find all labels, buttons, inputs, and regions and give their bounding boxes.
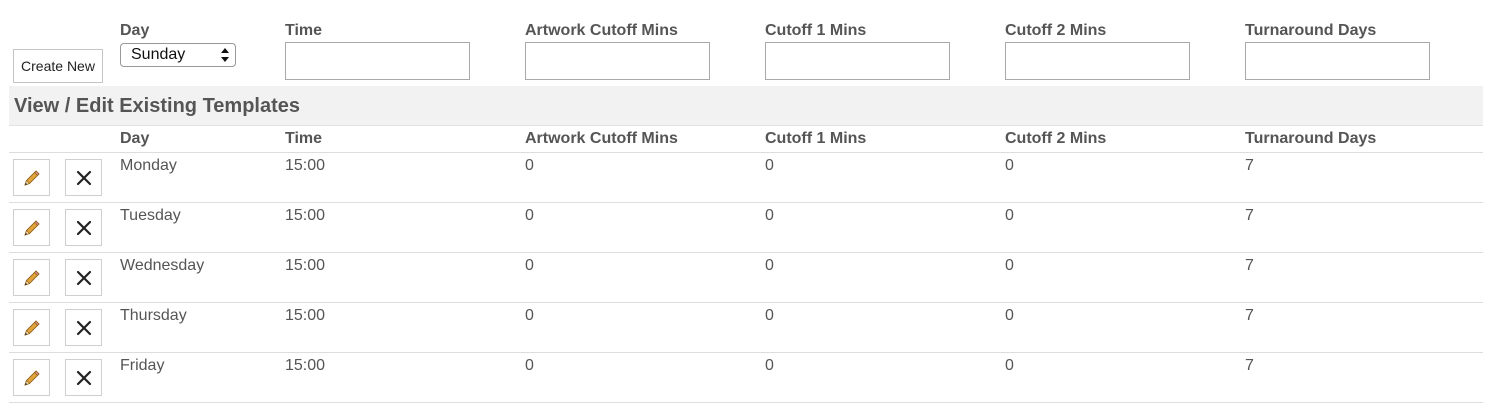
turnaround-label: Turnaround Days [1245,22,1377,39]
create-template-form: Create New Day Sunday Time Artwork Cutof… [0,0,1502,86]
delete-button[interactable] [65,209,102,246]
close-icon [76,220,92,236]
cell-time: 15:00 [285,307,326,324]
cutoff2-input[interactable] [1005,42,1190,80]
cell-artwork-cutoff: 0 [525,257,534,274]
cutoff1-input[interactable] [765,42,950,80]
table-row: Wednesday 15:00 0 0 0 7 [9,253,1483,303]
table-row: Tuesday 15:00 0 0 0 7 [9,203,1483,253]
cell-cutoff2: 0 [1005,157,1014,174]
cell-cutoff1: 0 [765,307,774,324]
edit-button[interactable] [13,209,50,246]
select-arrows-icon [221,48,229,62]
time-input[interactable] [285,42,470,80]
edit-button[interactable] [13,159,50,196]
table-row: Monday 15:00 0 0 0 7 [9,153,1483,203]
close-icon [76,370,92,386]
cell-cutoff1: 0 [765,157,774,174]
close-icon [76,170,92,186]
section-title: View / Edit Existing Templates [14,95,301,117]
cutoff2-label: Cutoff 2 Mins [1005,22,1107,39]
cell-cutoff2: 0 [1005,257,1014,274]
cell-turnaround: 7 [1245,207,1254,224]
cell-cutoff1: 0 [765,357,774,374]
cell-time: 15:00 [285,257,326,274]
pencil-icon [24,220,40,236]
delete-button[interactable] [65,309,102,346]
delete-button[interactable] [65,159,102,196]
cutoff1-label: Cutoff 1 Mins [765,22,867,39]
close-icon [76,270,92,286]
day-select-value: Sunday [131,46,186,63]
artwork-cutoff-input[interactable] [525,42,710,80]
column-header-cutoff1: Cutoff 1 Mins [765,130,867,147]
create-new-button[interactable]: Create New [13,49,103,83]
artwork-cutoff-label: Artwork Cutoff Mins [525,22,678,39]
time-label: Time [285,22,323,39]
day-label: Day [120,22,150,39]
cell-turnaround: 7 [1245,307,1254,324]
cell-artwork-cutoff: 0 [525,357,534,374]
cell-artwork-cutoff: 0 [525,207,534,224]
templates-table: Day Time Artwork Cutoff Mins Cutoff 1 Mi… [9,126,1483,403]
pencil-icon [24,170,40,186]
column-header-time: Time [285,130,323,147]
cell-cutoff2: 0 [1005,207,1014,224]
cell-cutoff2: 0 [1005,357,1014,374]
cell-day: Wednesday [120,257,205,274]
cell-day: Tuesday [120,207,181,224]
column-header-artwork-cutoff: Artwork Cutoff Mins [525,130,678,147]
cell-artwork-cutoff: 0 [525,157,534,174]
cell-turnaround: 7 [1245,157,1254,174]
table-header-row: Day Time Artwork Cutoff Mins Cutoff 1 Mi… [9,126,1483,153]
edit-button[interactable] [13,309,50,346]
pencil-icon [24,370,40,386]
edit-button[interactable] [13,359,50,396]
cell-day: Thursday [120,307,187,324]
pencil-icon [24,320,40,336]
day-select[interactable]: Sunday [120,43,236,67]
table-row: Thursday 15:00 0 0 0 7 [9,303,1483,353]
cell-turnaround: 7 [1245,357,1254,374]
cell-cutoff2: 0 [1005,307,1014,324]
section-header: View / Edit Existing Templates [9,86,1483,126]
page: Create New Day Sunday Time Artwork Cutof… [0,0,1502,409]
cell-time: 15:00 [285,357,326,374]
column-header-day: Day [120,130,150,147]
cell-time: 15:00 [285,207,326,224]
turnaround-input[interactable] [1245,42,1430,80]
column-header-cutoff2: Cutoff 2 Mins [1005,130,1107,147]
cell-time: 15:00 [285,157,326,174]
delete-button[interactable] [65,359,102,396]
cell-cutoff1: 0 [765,207,774,224]
table-row: Friday 15:00 0 0 0 7 [9,353,1483,403]
cell-artwork-cutoff: 0 [525,307,534,324]
cell-cutoff1: 0 [765,257,774,274]
cell-turnaround: 7 [1245,257,1254,274]
close-icon [76,320,92,336]
cell-day: Friday [120,357,165,374]
cell-day: Monday [120,157,177,174]
pencil-icon [24,270,40,286]
column-header-turnaround: Turnaround Days [1245,130,1377,147]
edit-button[interactable] [13,259,50,296]
delete-button[interactable] [65,259,102,296]
